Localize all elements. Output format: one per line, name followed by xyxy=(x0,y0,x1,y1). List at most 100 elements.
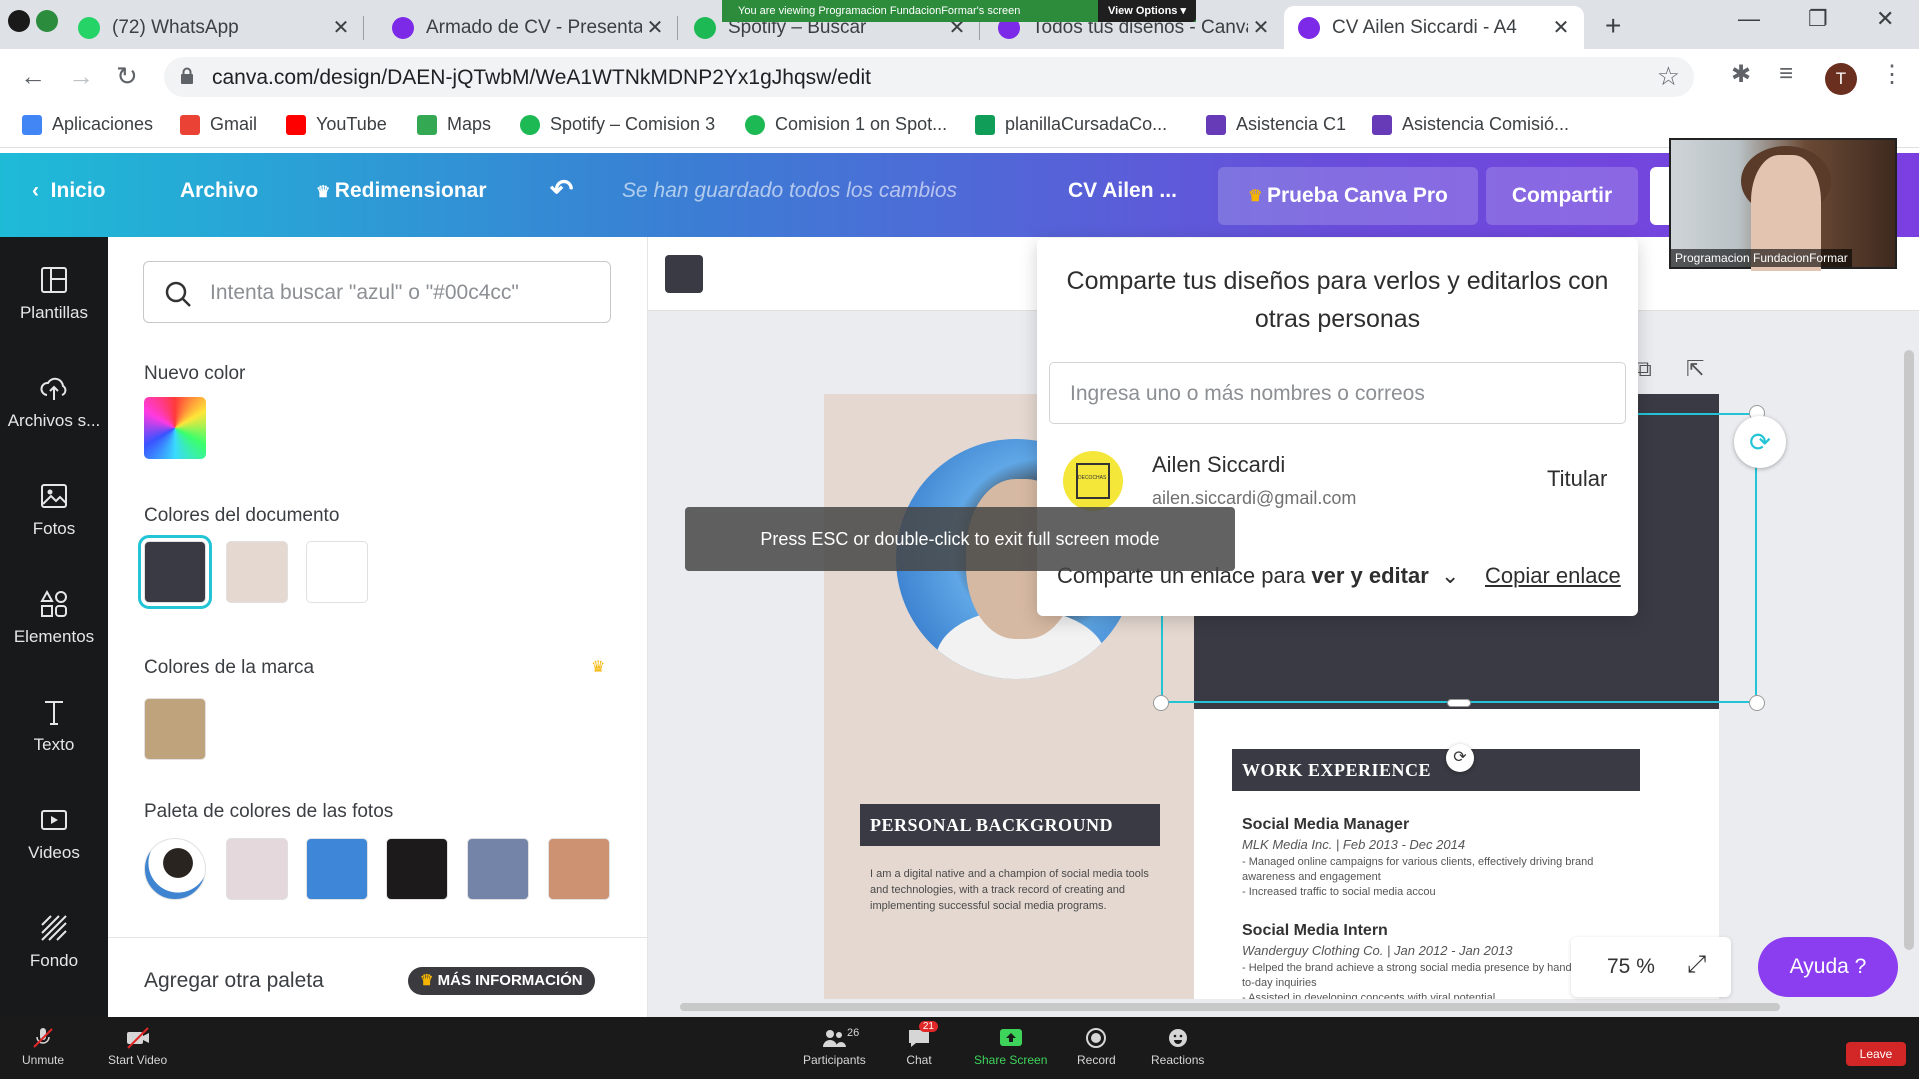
share-screen-button[interactable]: Share Screen xyxy=(974,1027,1047,1067)
scrollbar-thumb[interactable] xyxy=(680,1003,1780,1011)
brand-color-swatch[interactable] xyxy=(144,698,206,760)
bookmark-asistencia-comision[interactable]: Asistencia Comisió... xyxy=(1372,114,1569,135)
forward-icon[interactable]: → xyxy=(68,61,94,92)
sidebar-item-label: Videos xyxy=(28,843,80,862)
house-logo-icon xyxy=(1076,463,1110,499)
doc-color-swatch[interactable] xyxy=(226,541,288,603)
photo-palette-swatch[interactable] xyxy=(548,838,610,900)
vertical-scrollbar[interactable] xyxy=(1900,310,1919,990)
media-control-icon[interactable]: ≡ xyxy=(1779,60,1793,88)
invite-field[interactable] xyxy=(1049,362,1626,424)
bookmark-star-icon[interactable]: ☆ xyxy=(1657,61,1680,92)
add-page-icon[interactable]: ⇱ xyxy=(1686,356,1704,382)
participant-video[interactable]: Programacion FundacionFormar xyxy=(1669,138,1897,271)
extensions-icon[interactable]: ✱ xyxy=(1731,60,1751,89)
tab-armado-cv[interactable]: Armado de CV - Presenta ✕ xyxy=(378,6,678,49)
rotate-icon[interactable]: ⟳ xyxy=(1446,744,1474,772)
resize-handle[interactable] xyxy=(1749,695,1765,711)
photo-palette-swatch[interactable] xyxy=(306,838,368,900)
sidebar-item-texto[interactable]: Texto xyxy=(0,697,108,755)
photo-palette-swatch[interactable] xyxy=(467,838,529,900)
invite-input[interactable] xyxy=(1070,377,1610,411)
leave-button[interactable]: Leave xyxy=(1846,1042,1906,1066)
text-color-button[interactable] xyxy=(665,255,703,293)
new-color-swatch[interactable] xyxy=(144,397,206,459)
background-icon xyxy=(41,915,67,941)
zoom-level[interactable]: 75 % xyxy=(1607,955,1655,979)
job-entry[interactable]: Social Media Intern Wanderguy Clothing C… xyxy=(1242,922,1622,999)
doc-color-swatch[interactable] xyxy=(306,541,368,603)
reload-icon[interactable]: ↻ xyxy=(116,61,138,92)
doc-color-swatch[interactable] xyxy=(138,535,212,609)
chat-button[interactable]: 21 Chat xyxy=(906,1021,938,1067)
bookmark-spotify-c1[interactable]: Comision 1 on Spot... xyxy=(745,114,947,135)
mas-informacion-button[interactable]: ♛ MÁS INFORMACIÓN xyxy=(408,967,595,995)
new-tab-button[interactable]: + xyxy=(1605,10,1621,42)
reactions-button[interactable]: Reactions xyxy=(1151,1027,1204,1067)
duplicate-page-icon[interactable]: ⧉ xyxy=(1636,356,1652,382)
help-button[interactable]: Ayuda ? xyxy=(1758,937,1898,997)
canva-pro-button[interactable]: ♛ Prueba Canva Pro xyxy=(1218,167,1478,225)
sidebar-item-fotos[interactable]: Fotos xyxy=(0,481,108,539)
bookmark-spotify-c3[interactable]: Spotify – Comision 3 xyxy=(520,114,715,135)
photo-thumbnail[interactable] xyxy=(144,838,206,900)
participants-button[interactable]: 26 Participants xyxy=(803,1027,866,1067)
close-tab-icon[interactable]: ✕ xyxy=(328,15,354,40)
resize-handle[interactable] xyxy=(1447,699,1471,707)
text-icon xyxy=(45,701,63,725)
close-window-icon[interactable]: ✕ xyxy=(1876,6,1894,32)
sidebar-item-label: Fondo xyxy=(29,951,79,970)
tab-cv-ailen[interactable]: CV Ailen Siccardi - A4 ✕ xyxy=(1284,6,1584,49)
tab-whatsapp[interactable]: (72) WhatsApp ✕ xyxy=(64,6,364,49)
horizontal-scrollbar[interactable] xyxy=(660,1000,1890,1014)
omnibox[interactable]: canva.com/design/DAEN-jQTwbM/WeA1WTNkMDN… xyxy=(164,57,1694,97)
photo-palette-swatch[interactable] xyxy=(386,838,448,900)
archivo-menu[interactable]: Archivo xyxy=(180,179,258,203)
bookmark-maps[interactable]: Maps xyxy=(417,114,491,135)
start-video-button[interactable]: Start Video xyxy=(108,1027,167,1067)
photo-palette-swatch[interactable] xyxy=(226,838,288,900)
job-entry[interactable]: Social Media Manager MLK Media Inc. | Fe… xyxy=(1242,816,1622,900)
sidebar-item-elementos[interactable]: Elementos xyxy=(0,589,108,647)
minimize-icon[interactable]: — xyxy=(1738,6,1760,32)
record-button[interactable]: Record xyxy=(1077,1027,1116,1067)
bookmark-asistencia-c1[interactable]: Asistencia C1 xyxy=(1206,114,1346,135)
inicio-button[interactable]: ‹ Inicio xyxy=(32,179,106,203)
bookmark-gmail[interactable]: Gmail xyxy=(180,114,257,135)
maps-icon xyxy=(417,114,437,135)
rotate-icon[interactable]: ⟳ xyxy=(1734,416,1786,468)
share-button[interactable]: Compartir xyxy=(1486,167,1638,225)
color-search-input[interactable] xyxy=(210,276,600,310)
copy-link-button[interactable]: Copiar enlace xyxy=(1485,563,1621,589)
personal-background-heading[interactable]: PERSONAL BACKGROUND xyxy=(860,804,1160,846)
bookmark-youtube[interactable]: YouTube xyxy=(286,114,387,135)
sidebar-item-videos[interactable]: Videos xyxy=(0,805,108,863)
profile-avatar[interactable]: T xyxy=(1825,63,1857,95)
bookmark-aplicaciones[interactable]: Aplicaciones xyxy=(22,114,153,135)
bookmark-planilla[interactable]: planillaCursadaCo... xyxy=(975,114,1167,135)
agregar-paleta-label[interactable]: Agregar otra paleta xyxy=(144,969,324,993)
resize-handle[interactable] xyxy=(1153,695,1169,711)
work-experience-heading[interactable]: WORK EXPERIENCE xyxy=(1232,749,1640,791)
sidebar-item-fondo[interactable]: Fondo xyxy=(0,913,108,971)
unmute-button[interactable]: Unmute xyxy=(22,1027,64,1067)
redimensionar-button[interactable]: ♛ Redimensionar xyxy=(316,179,487,203)
personal-background-text[interactable]: I am a digital native and a champion of … xyxy=(870,866,1160,914)
sidebar-item-plantillas[interactable]: Plantillas xyxy=(0,265,108,323)
close-tab-icon[interactable]: ✕ xyxy=(1248,15,1274,40)
back-icon[interactable]: ← xyxy=(20,61,46,92)
restore-icon[interactable]: ❐ xyxy=(1808,6,1828,32)
fullscreen-icon[interactable]: ⤢ xyxy=(1687,951,1706,979)
chrome-menu-icon[interactable]: ⋮ xyxy=(1880,60,1904,89)
close-tab-icon[interactable]: ✕ xyxy=(642,15,668,40)
document-title[interactable]: CV Ailen ... xyxy=(1068,179,1177,203)
color-search[interactable] xyxy=(143,261,611,323)
undo-icon[interactable]: ↶ xyxy=(550,173,573,206)
close-tab-icon[interactable]: ✕ xyxy=(1548,15,1574,40)
sidebar-item-archivos[interactable]: Archivos s... xyxy=(0,373,108,431)
scrollbar-thumb[interactable] xyxy=(1904,350,1914,950)
bookmark-label: Maps xyxy=(447,114,492,134)
zoom-control[interactable]: 75 % ⤢ xyxy=(1571,937,1731,997)
view-options-button[interactable]: View Options ▾ xyxy=(1097,0,1196,22)
chevron-down-icon: ⌄ xyxy=(1434,563,1460,588)
